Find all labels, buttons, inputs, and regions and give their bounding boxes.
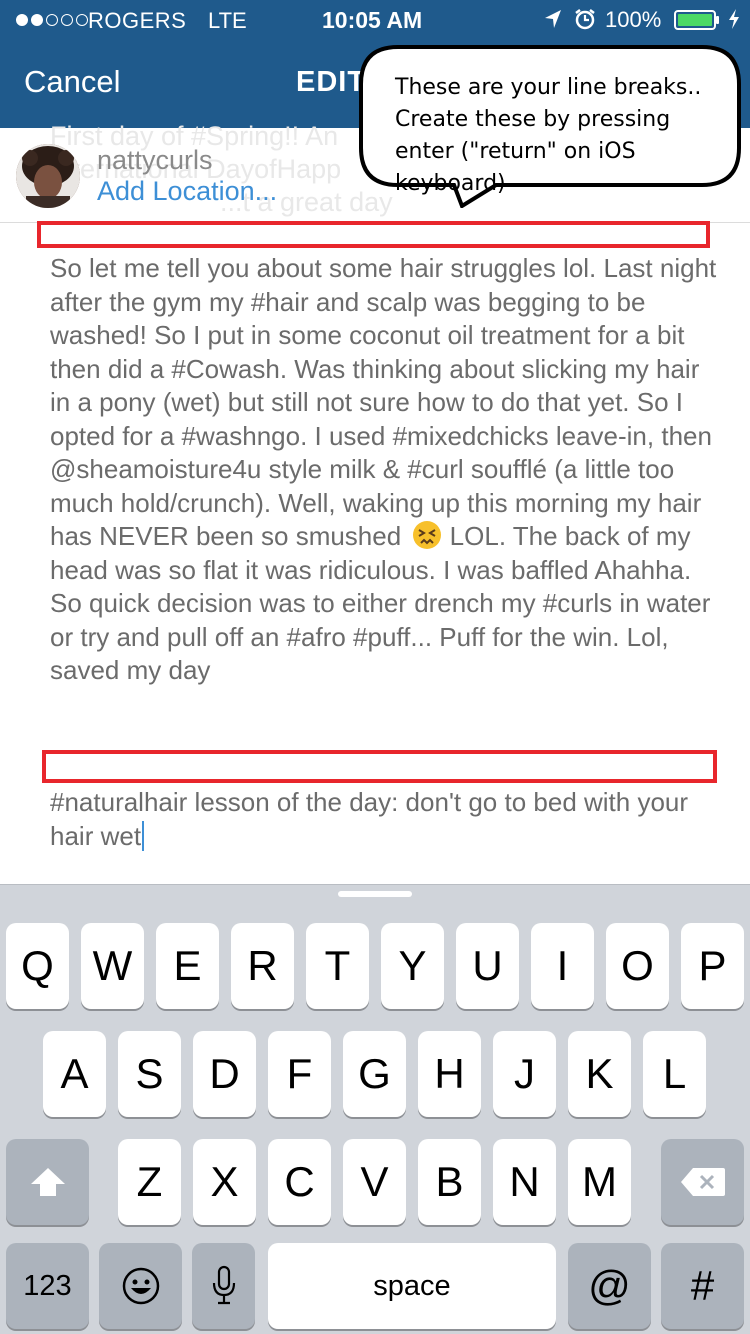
- signal-dot: [61, 14, 73, 26]
- line-break-highlight: [42, 750, 717, 783]
- signal-strength-icon: [16, 14, 88, 26]
- keyboard-handle[interactable]: [338, 891, 412, 897]
- status-bar: ROGERS LTE 10:05 AM 100%: [0, 0, 750, 40]
- key-a[interactable]: A: [43, 1031, 106, 1117]
- key-y[interactable]: Y: [381, 923, 444, 1009]
- key-g[interactable]: G: [343, 1031, 406, 1117]
- location-arrow-icon: [545, 10, 561, 28]
- key-u[interactable]: U: [456, 923, 519, 1009]
- keyboard: Q W E R T Y U I O P A S D F G H J K L Z …: [0, 884, 750, 1334]
- dictation-key[interactable]: [192, 1243, 255, 1329]
- charging-bolt-icon: [729, 9, 739, 29]
- page-title: EDIT: [296, 66, 367, 98]
- profile-photo: [16, 144, 80, 208]
- key-x[interactable]: X: [193, 1139, 256, 1225]
- shift-arrow-icon: [30, 1168, 65, 1196]
- callout-text: These are your line breaks.. Create thes…: [395, 75, 702, 196]
- at-key[interactable]: @: [568, 1243, 651, 1329]
- cancel-button[interactable]: Cancel: [24, 64, 121, 100]
- space-key[interactable]: space: [268, 1243, 556, 1329]
- avatar: [16, 144, 80, 208]
- microphone-icon: [212, 1265, 235, 1305]
- signal-dot: [31, 14, 43, 26]
- key-j[interactable]: J: [493, 1031, 556, 1117]
- confounded-face-icon: [413, 521, 442, 549]
- signal-dot: [16, 14, 28, 26]
- battery-percent: 100%: [605, 7, 662, 32]
- key-c[interactable]: C: [268, 1139, 331, 1225]
- alarm-clock-icon: [575, 9, 595, 30]
- key-b[interactable]: B: [418, 1139, 481, 1225]
- key-t[interactable]: T: [306, 923, 369, 1009]
- numbers-key[interactable]: 123: [6, 1243, 89, 1329]
- carrier-name: ROGERS: [88, 8, 187, 33]
- key-k[interactable]: K: [568, 1031, 631, 1117]
- battery-icon: [674, 10, 719, 30]
- key-r[interactable]: R: [231, 923, 294, 1009]
- backspace-icon: [680, 1168, 725, 1196]
- caption-paragraph[interactable]: #naturalhair lesson of the day: don't go…: [50, 786, 720, 853]
- key-h[interactable]: H: [418, 1031, 481, 1117]
- key-m[interactable]: M: [568, 1139, 631, 1225]
- key-i[interactable]: I: [531, 923, 594, 1009]
- key-n[interactable]: N: [493, 1139, 556, 1225]
- caption-paragraph[interactable]: So let me tell you about some hair strug…: [50, 252, 720, 688]
- key-l[interactable]: L: [643, 1031, 706, 1117]
- caption-text: So let me tell you about some hair strug…: [50, 253, 717, 551]
- caption-text: #naturalhair lesson of the day: don't go…: [50, 787, 689, 851]
- key-e[interactable]: E: [156, 923, 219, 1009]
- key-v[interactable]: V: [343, 1139, 406, 1225]
- key-o[interactable]: O: [606, 923, 669, 1009]
- key-s[interactable]: S: [118, 1031, 181, 1117]
- status-time: 10:05 AM: [322, 7, 423, 33]
- emoji-key[interactable]: [99, 1243, 182, 1329]
- username[interactable]: nattycurls: [97, 145, 213, 176]
- network-type: LTE: [208, 8, 247, 33]
- hash-key[interactable]: #: [661, 1243, 744, 1329]
- key-d[interactable]: D: [193, 1031, 256, 1117]
- key-f[interactable]: F: [268, 1031, 331, 1117]
- signal-dot: [76, 14, 88, 26]
- delete-key[interactable]: [661, 1139, 744, 1225]
- key-z[interactable]: Z: [118, 1139, 181, 1225]
- key-p[interactable]: P: [681, 923, 744, 1009]
- text-cursor: [142, 820, 145, 851]
- signal-dot: [46, 14, 58, 26]
- shift-key[interactable]: [6, 1139, 89, 1225]
- key-w[interactable]: W: [81, 923, 144, 1009]
- smiley-icon: [122, 1267, 159, 1305]
- add-location-link[interactable]: Add Location...: [97, 176, 277, 207]
- key-q[interactable]: Q: [6, 923, 69, 1009]
- line-break-highlight: [37, 221, 710, 248]
